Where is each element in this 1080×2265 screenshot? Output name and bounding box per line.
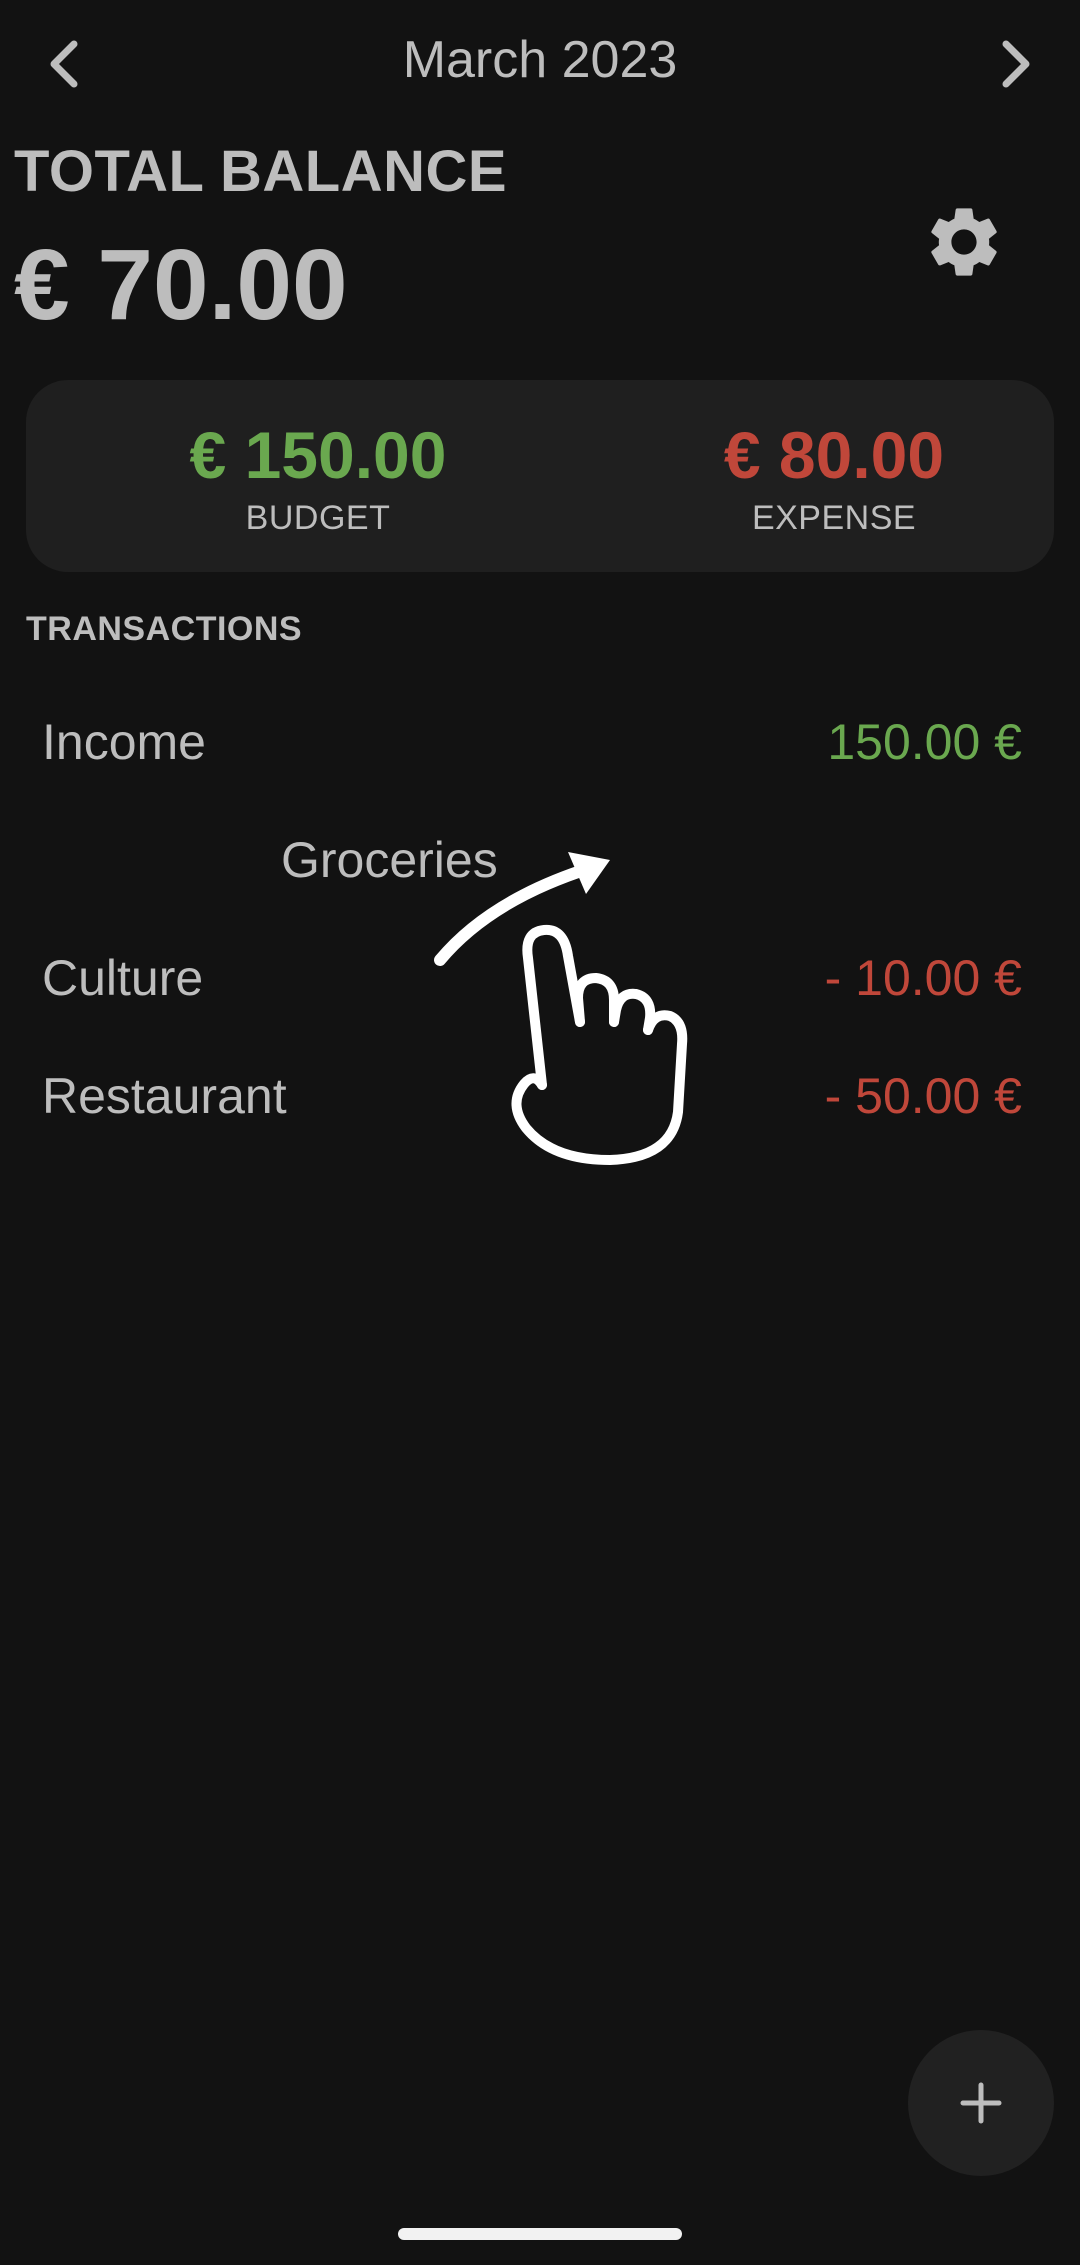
transaction-name: Groceries [281,832,498,888]
transaction-amount: 150.00 € [827,714,1022,770]
settings-button[interactable] [918,196,1010,288]
transaction-list: Income 150.00 € Groceries Culture - 10.0… [0,682,1080,1154]
transaction-name: Income [42,714,206,770]
transaction-row[interactable]: Culture - 10.00 € [0,918,1080,1036]
summary-card: € 150.00 BUDGET € 80.00 EXPENSE [26,380,1054,572]
total-balance-value: € 70.00 [14,229,348,341]
total-balance-label: TOTAL BALANCE [14,139,508,204]
transaction-amount: - 50.00 € [824,1068,1022,1124]
add-transaction-button[interactable] [908,2030,1054,2176]
expense-summary: € 80.00 EXPENSE [624,414,1044,540]
home-indicator[interactable] [398,2228,682,2240]
budget-amount: € 150.00 [189,418,447,492]
transaction-name: Restaurant [42,1068,287,1124]
budget-summary: € 150.00 BUDGET [108,414,528,540]
expense-amount: € 80.00 [723,418,945,492]
transaction-row[interactable]: Restaurant - 50.00 € [0,1036,1080,1154]
gear-icon [931,208,997,276]
budget-label: BUDGET [245,499,391,537]
transaction-row[interactable]: Income 150.00 € [0,682,1080,800]
chevron-right-icon [1002,40,1030,88]
next-month-button[interactable] [980,28,1052,100]
transaction-row[interactable]: Groceries [0,800,1080,918]
expense-label: EXPENSE [751,499,917,537]
plus-icon [960,2082,1002,2124]
transaction-name: Culture [42,950,204,1006]
transaction-amount: - 10.00 € [824,950,1022,1006]
month-title: March 2023 [402,31,678,89]
transactions-title: TRANSACTIONS [26,610,303,648]
